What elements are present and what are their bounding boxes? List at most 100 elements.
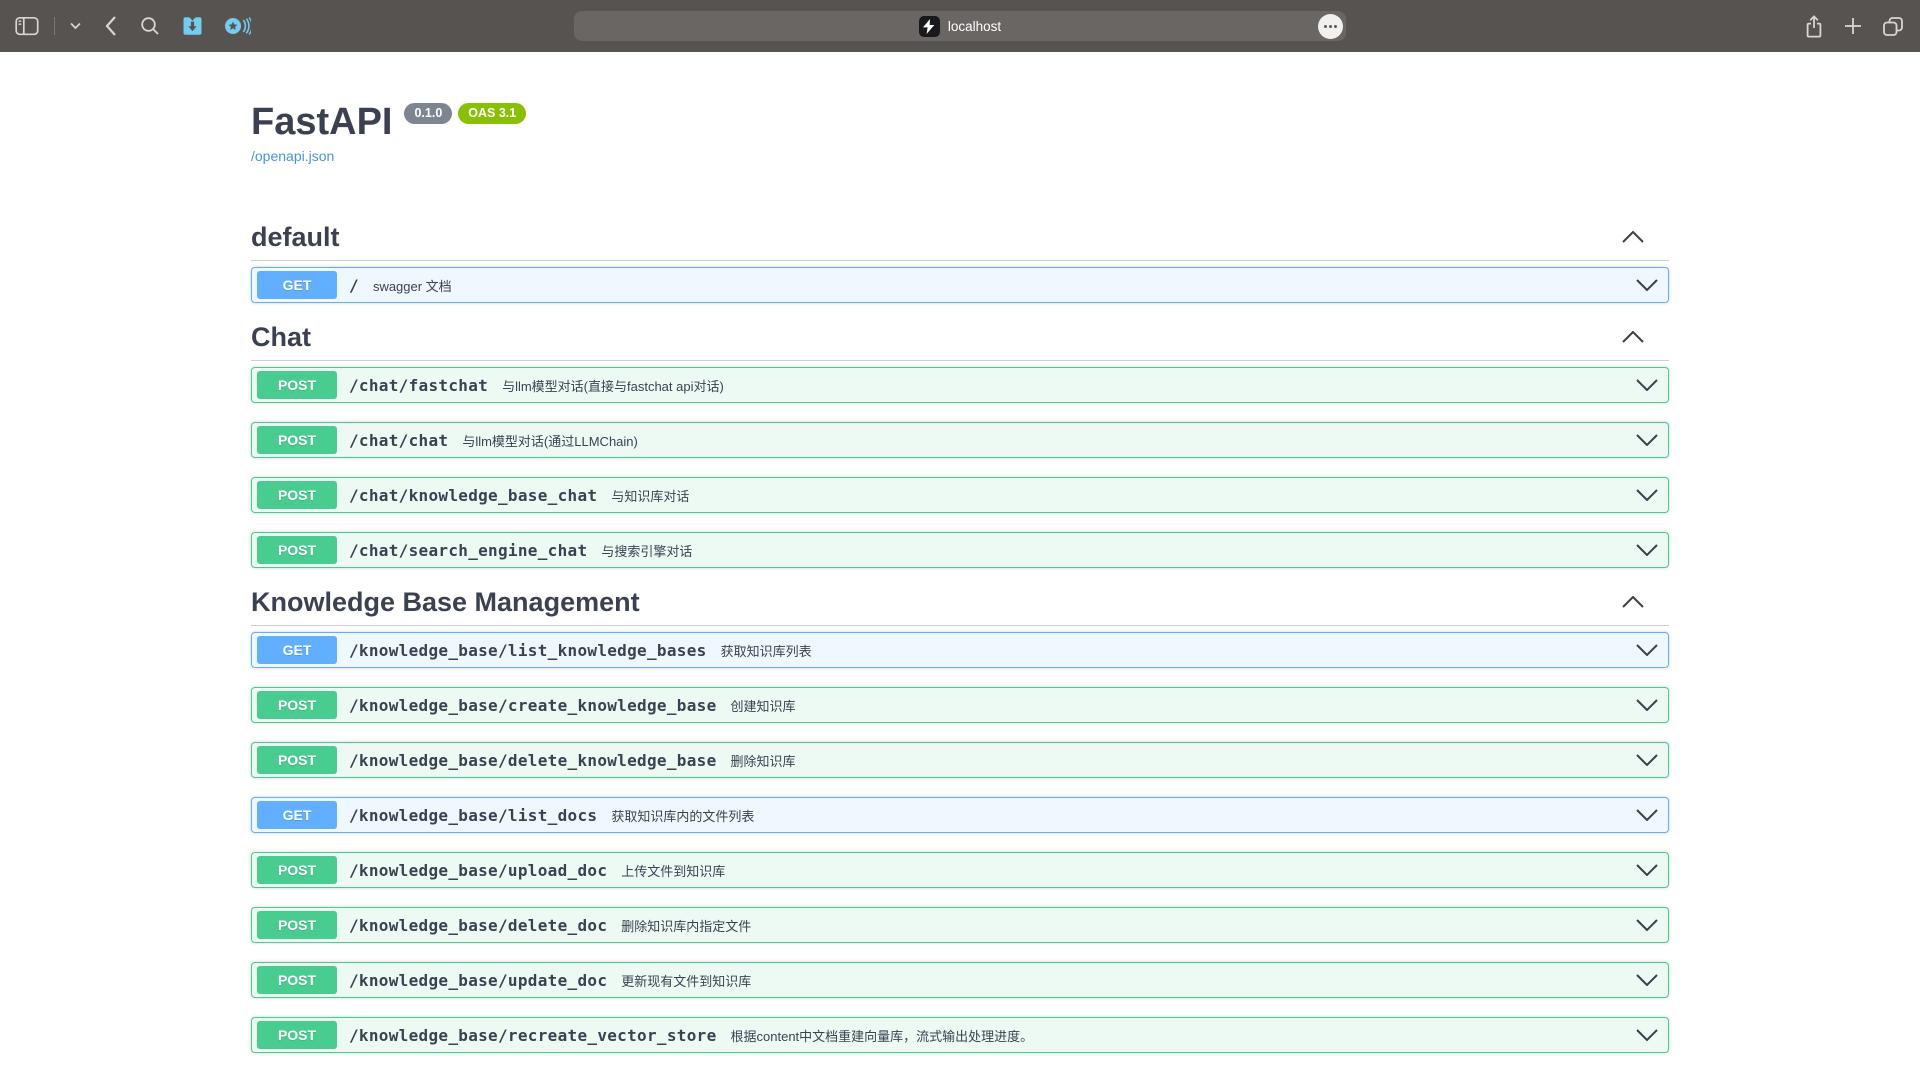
api-badges: 0.1.0 OAS 3.1 — [404, 103, 526, 124]
chevron-down-icon — [1636, 864, 1658, 876]
endpoint-expand-control[interactable] — [1636, 279, 1658, 291]
endpoint-description: 创建知识库 — [731, 696, 796, 715]
endpoint-description: 删除知识库内指定文件 — [621, 916, 751, 935]
endpoint-row[interactable]: POST/knowledge_base/upload_doc 上传文件到知识库 — [251, 852, 1669, 888]
endpoint-row[interactable]: POST/chat/search_engine_chat与搜索引擎对话 — [251, 532, 1669, 568]
endpoint-description: 与llm模型对话(通过LLMChain) — [462, 431, 638, 450]
api-section: Knowledge Base Management GET/knowledge_b… — [251, 587, 1669, 1053]
endpoint-path: /chat/fastchat — [349, 376, 488, 395]
endpoint-path: /knowledge_base/create_knowledge_base — [349, 696, 717, 715]
endpoint-description: 删除知识库 — [731, 751, 796, 770]
openapi-spec-link[interactable]: /openapi.json — [251, 148, 334, 164]
endpoint-path: /knowledge_base/recreate_vector_store — [349, 1026, 717, 1045]
toolbar-divider — [54, 17, 55, 35]
section-header[interactable]: Knowledge Base Management — [251, 587, 1669, 626]
endpoint-expand-control[interactable] — [1636, 379, 1658, 391]
address-bar[interactable]: localhost — [574, 11, 1346, 41]
share-icon — [1804, 14, 1824, 39]
section-header[interactable]: Chat — [251, 322, 1669, 361]
section-collapse-control[interactable] — [1622, 331, 1644, 343]
endpoint-row[interactable]: POST/knowledge_base/update_doc更新现有文件到知识库 — [251, 962, 1669, 998]
lightning-bolt-icon — [923, 19, 935, 34]
method-badge: POST — [257, 746, 337, 774]
endpoint-row[interactable]: POST/knowledge_base/delete_knowledge_bas… — [251, 742, 1669, 778]
chevron-down-icon — [1636, 489, 1658, 501]
chevron-down-icon — [1636, 279, 1658, 291]
endpoint-expand-control[interactable] — [1636, 489, 1658, 501]
search-button[interactable] — [140, 16, 160, 36]
search-icon — [140, 16, 160, 36]
back-chevron-icon — [104, 15, 117, 37]
sidebar-icon — [15, 16, 39, 36]
endpoint-description: 获取知识库内的文件列表 — [611, 806, 754, 825]
endpoint-description: 上传文件到知识库 — [621, 861, 725, 880]
endpoint-path: /knowledge_base/update_doc — [349, 971, 607, 990]
tabs-icon — [1882, 16, 1904, 37]
api-info-block: FastAPI 0.1.0 OAS 3.1 /openapi.json — [251, 100, 1669, 166]
sidebar-toggle-button[interactable] — [15, 16, 39, 36]
share-button[interactable] — [1804, 14, 1824, 39]
method-badge: POST — [257, 856, 337, 884]
endpoint-expand-control[interactable] — [1636, 699, 1658, 711]
endpoint-expand-control[interactable] — [1636, 644, 1658, 656]
api-section: default GET / swagger 文档 — [251, 222, 1669, 303]
tab-overview-button[interactable] — [1882, 16, 1904, 37]
new-tab-button[interactable] — [1844, 17, 1862, 35]
section-title: Chat — [251, 322, 311, 352]
sidebar-menu-button[interactable] — [70, 22, 81, 30]
endpoint-path: /knowledge_base/list_knowledge_bases — [349, 641, 707, 660]
method-badge: GET — [257, 636, 337, 664]
swagger-container: FastAPI 0.1.0 OAS 3.1 /openapi.json defa… — [251, 52, 1669, 1053]
endpoint-path: /knowledge_base/delete_doc — [349, 916, 607, 935]
extension-badge-button[interactable] — [223, 15, 251, 37]
endpoint-expand-control[interactable] — [1636, 919, 1658, 931]
section-title: Knowledge Base Management — [251, 587, 640, 617]
endpoint-path: /knowledge_base/upload_doc — [349, 861, 607, 880]
browser-toolbar: localhost — [0, 0, 1920, 52]
site-favicon — [919, 16, 940, 37]
endpoint-expand-control[interactable] — [1636, 974, 1658, 986]
browser-window: localhost — [0, 0, 1920, 1080]
method-badge: GET — [257, 801, 337, 829]
toolbar-right-group — [1804, 0, 1904, 52]
endpoint-row[interactable]: GET/knowledge_base/list_docs获取知识库内的文件列表 — [251, 797, 1669, 833]
toolbar-left-group — [0, 15, 251, 37]
chevron-down-icon — [1636, 1029, 1658, 1041]
method-badge: POST — [257, 911, 337, 939]
section-collapse-control[interactable] — [1622, 596, 1644, 608]
chevron-down-icon — [1636, 379, 1658, 391]
endpoint-expand-control[interactable] — [1636, 864, 1658, 876]
section-collapse-control[interactable] — [1622, 231, 1644, 243]
page-settings-button[interactable] — [1318, 14, 1343, 39]
extension-bookmark-button[interactable] — [181, 15, 204, 37]
endpoint-row[interactable]: POST/knowledge_base/recreate_vector_stor… — [251, 1017, 1669, 1053]
endpoint-row[interactable]: POST/knowledge_base/create_knowledge_bas… — [251, 687, 1669, 723]
chevron-up-icon — [1622, 596, 1644, 608]
endpoint-row[interactable]: POST/chat/knowledge_base_chat与知识库对话 — [251, 477, 1669, 513]
endpoint-path: / — [349, 276, 359, 295]
section-header[interactable]: default — [251, 222, 1669, 261]
endpoint-row[interactable]: GET/knowledge_base/list_knowledge_bases获… — [251, 632, 1669, 668]
endpoint-expand-control[interactable] — [1636, 544, 1658, 556]
endpoint-row[interactable]: POST/knowledge_base/delete_doc 删除知识库内指定文件 — [251, 907, 1669, 943]
endpoint-description: swagger 文档 — [373, 276, 452, 295]
api-section: Chat POST/chat/fastchat与llm模型对话(直接与fastch… — [251, 322, 1669, 568]
endpoint-row[interactable]: GET / swagger 文档 — [251, 267, 1669, 303]
endpoint-expand-control[interactable] — [1636, 754, 1658, 766]
chevron-down-icon — [70, 22, 81, 30]
method-badge: GET — [257, 271, 337, 299]
endpoint-description: 与llm模型对话(直接与fastchat api对话) — [502, 376, 724, 395]
endpoint-row[interactable]: POST/chat/chat与llm模型对话(通过LLMChain) — [251, 422, 1669, 458]
endpoint-expand-control[interactable] — [1636, 1029, 1658, 1041]
endpoint-expand-control[interactable] — [1636, 809, 1658, 821]
api-title-row: FastAPI 0.1.0 OAS 3.1 — [251, 100, 1669, 144]
back-button[interactable] — [104, 15, 117, 37]
endpoint-expand-control[interactable] — [1636, 434, 1658, 446]
endpoint-row[interactable]: POST/chat/fastchat与llm模型对话(直接与fastchat a… — [251, 367, 1669, 403]
endpoint-path: /knowledge_base/delete_knowledge_base — [349, 751, 717, 770]
extension-bookmark-icon — [181, 15, 204, 37]
version-badge: 0.1.0 — [404, 103, 452, 124]
section-title: default — [251, 222, 340, 252]
chevron-down-icon — [1636, 809, 1658, 821]
endpoint-description: 根据content中文档重建向量库，流式输出处理进度。 — [731, 1026, 1034, 1045]
